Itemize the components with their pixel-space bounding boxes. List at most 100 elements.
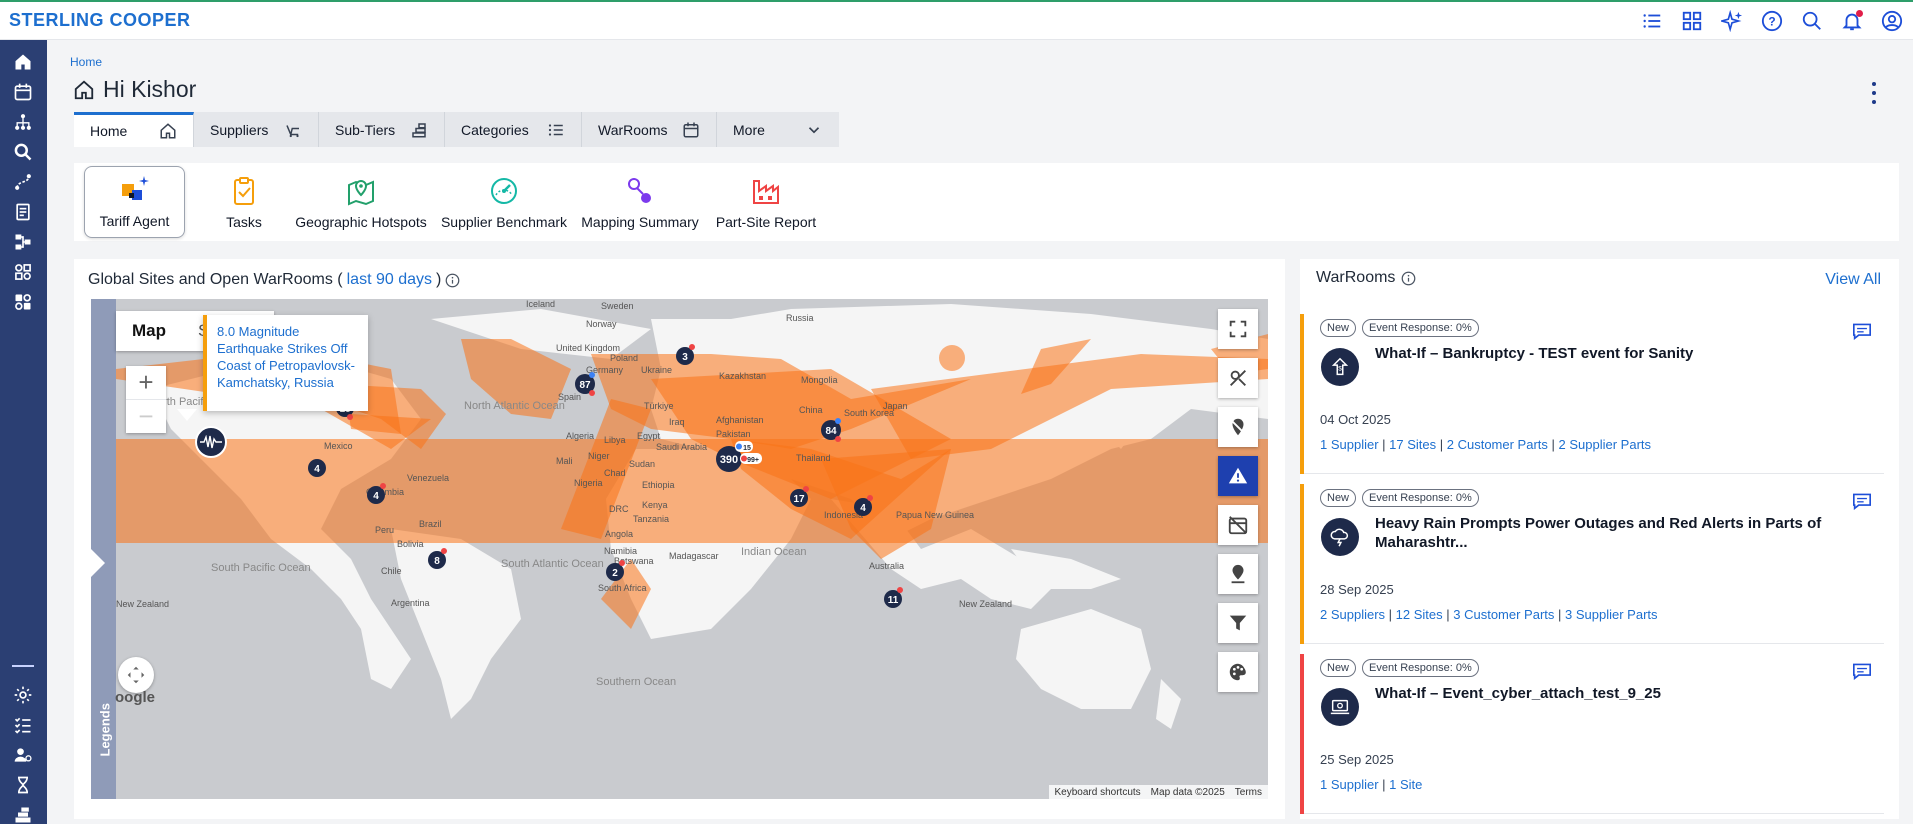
tab-categories[interactable]: Categories (445, 112, 582, 147)
warroom-name[interactable]: What-If – Event_cyber_attach_test_9_25 (1375, 684, 1845, 703)
search-icon[interactable] (1799, 8, 1825, 34)
world-map[interactable]: Iceland Sweden Russia Norway United King… (91, 299, 1268, 799)
hierarchy-icon[interactable] (11, 110, 35, 134)
label-bolivia: Bolivia (397, 539, 424, 549)
earthquake-marker-icon[interactable] (195, 426, 227, 458)
map-type-map[interactable]: Map (116, 311, 182, 351)
warroom-date: 04 Oct 2025 (1320, 412, 1391, 427)
tab-more[interactable]: More (717, 112, 839, 147)
breadcrumb[interactable]: Home (70, 55, 102, 69)
route-off-icon[interactable] (1218, 358, 1258, 398)
calendar-icon[interactable] (11, 80, 35, 104)
quick-geographic-hotspots[interactable]: Geographic Hotspots (291, 166, 431, 238)
chat-icon[interactable] (1852, 492, 1872, 510)
legends-expand-arrow[interactable] (91, 549, 105, 577)
categories-grid-icon[interactable] (11, 260, 35, 284)
quick-supplier-benchmark[interactable]: Supplier Benchmark (438, 166, 570, 238)
palette-icon[interactable] (1218, 652, 1258, 692)
tab-sub-tiers[interactable]: Sub-Tiers (319, 112, 445, 147)
legends-label: Legends (97, 703, 113, 757)
tab-home[interactable]: Home (74, 112, 194, 147)
suppliers-link[interactable]: 1 Supplier (1320, 437, 1379, 452)
pin-download-icon[interactable] (1218, 554, 1258, 594)
left-nav-rail (0, 40, 47, 824)
warroom-card[interactable]: New Event Response: 0% What-If – Event_c… (1300, 654, 1884, 814)
zoom-out-button[interactable]: − (126, 399, 166, 432)
customer-parts-link[interactable]: 2 Customer Parts (1447, 437, 1548, 452)
user-avatar-icon[interactable] (1879, 8, 1905, 34)
sites-link[interactable]: 17 Sites (1389, 437, 1436, 452)
quick-label: Tariff Agent (99, 213, 170, 229)
alert-warning-icon[interactable] (1218, 456, 1258, 496)
chat-icon[interactable] (1852, 322, 1872, 340)
report-icon[interactable] (11, 200, 35, 224)
terms-link[interactable]: Terms (1235, 787, 1262, 798)
chat-icon[interactable] (1852, 662, 1872, 680)
tab-suppliers[interactable]: Suppliers (194, 112, 319, 147)
label-ethiopia: Ethiopia (642, 480, 675, 490)
gear-icon[interactable] (11, 683, 35, 707)
help-icon[interactable]: ? (1759, 8, 1785, 34)
info-icon[interactable] (1401, 271, 1416, 286)
pan-control-icon[interactable] (118, 657, 154, 693)
suppliers-link[interactable]: 2 Suppliers (1320, 607, 1385, 622)
status-badge: New (1320, 659, 1357, 677)
label-libya: Libya (604, 435, 626, 445)
suppliers-link[interactable]: 1 Supplier (1320, 777, 1379, 792)
more-options-icon[interactable] (1869, 82, 1879, 104)
warroom-card[interactable]: New Event Response: 0% Heavy Rain Prompt… (1300, 484, 1884, 644)
info-icon[interactable] (445, 273, 460, 288)
quick-tariff-agent[interactable]: Tariff Agent (84, 166, 185, 238)
customer-parts-link[interactable]: 3 Customer Parts (1453, 607, 1554, 622)
response-badge: Event Response: 0% (1362, 489, 1479, 507)
supplier-parts-link[interactable]: 2 Supplier Parts (1559, 437, 1652, 452)
calendar-off-icon[interactable] (1218, 505, 1258, 545)
fullscreen-icon[interactable] (1218, 309, 1258, 349)
checklist-icon[interactable] (11, 713, 35, 737)
list-view-icon[interactable] (1639, 8, 1665, 34)
quick-mapping-summary[interactable]: Mapping Summary (578, 166, 702, 238)
route-icon[interactable] (11, 170, 35, 194)
notifications-icon[interactable] (1839, 8, 1865, 34)
home-icon (160, 123, 176, 139)
hourglass-icon[interactable] (11, 773, 35, 797)
map-title-suffix: ) (436, 271, 442, 288)
sites-link[interactable]: 1 Site (1389, 777, 1422, 792)
search-nav-icon[interactable] (11, 140, 35, 164)
settings-network-icon[interactable] (11, 290, 35, 314)
tiers-icon[interactable] (11, 230, 35, 254)
gauge-icon (491, 178, 517, 204)
label-new-zealand-left: New Zealand (116, 599, 169, 609)
warroom-date: 28 Sep 2025 (1320, 582, 1394, 597)
building-icon[interactable] (11, 803, 35, 824)
home-icon[interactable] (11, 50, 35, 74)
view-all-link[interactable]: View All (1825, 271, 1881, 289)
keyboard-shortcuts-link[interactable]: Keyboard shortcuts (1055, 787, 1141, 798)
brand-logo[interactable]: STERLING COOPER (0, 10, 191, 31)
ai-sparkle-icon[interactable] (1719, 8, 1745, 34)
sites-link[interactable]: 12 Sites (1396, 607, 1443, 622)
warroom-name[interactable]: What-If – Bankruptcy - TEST event for Sa… (1375, 344, 1845, 363)
label-chile: Chile (381, 566, 402, 576)
greeting-text: Hi Kishor (103, 76, 197, 102)
time-range-link[interactable]: last 90 days (347, 271, 432, 289)
label-algeria: Algeria (566, 431, 594, 441)
label-namibia: Namibia (604, 546, 637, 556)
dashboard-icon[interactable] (1679, 8, 1705, 34)
warroom-name[interactable]: Heavy Rain Prompts Power Outages and Red… (1375, 514, 1845, 552)
warroom-card[interactable]: New Event Response: 0% $ What-If – Bankr… (1300, 314, 1884, 474)
supplier-parts-link[interactable]: 3 Supplier Parts (1565, 607, 1658, 622)
filter-icon[interactable] (1218, 603, 1258, 643)
quick-tasks[interactable]: Tasks (212, 166, 276, 238)
factory-icon (753, 180, 779, 204)
tab-warrooms[interactable]: WarRooms (582, 112, 717, 147)
zoom-in-button[interactable]: + (126, 366, 166, 399)
label-north-atlantic: North Atlantic Ocean (464, 400, 565, 412)
supplier-icon (286, 124, 299, 137)
event-popup[interactable]: 8.0 Magnitude Earthquake Strikes Off Coa… (203, 315, 368, 411)
user-settings-icon[interactable] (11, 743, 35, 767)
header-actions: ? (1639, 8, 1905, 34)
quick-part-site-report[interactable]: Part-Site Report (712, 166, 820, 238)
zoom-controls: + − (126, 366, 166, 433)
location-off-icon[interactable] (1218, 407, 1258, 447)
